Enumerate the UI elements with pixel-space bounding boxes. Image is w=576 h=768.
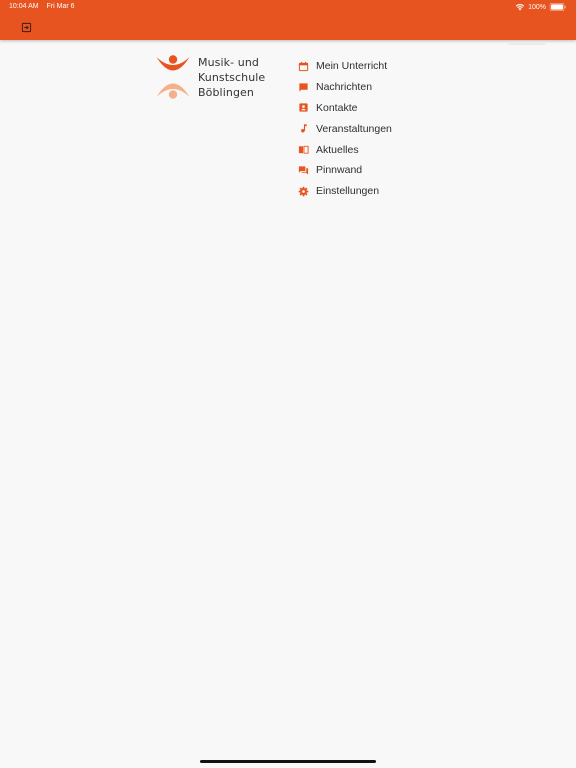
logout-button[interactable]	[19, 20, 33, 34]
menu-item-veranstaltungen[interactable]: Veranstaltungen	[296, 118, 456, 139]
chat-bubble-icon	[298, 83, 308, 92]
home-indicator[interactable]	[200, 760, 376, 763]
logo-line-3: Böblingen	[198, 86, 254, 99]
divider	[508, 43, 546, 45]
app-bar: 10:04 AM Fri Mar 6 100%	[0, 0, 576, 40]
battery-percent: 100%	[528, 3, 546, 11]
status-bar-right: 100%	[515, 2, 567, 12]
status-bar-left: 10:04 AM Fri Mar 6	[9, 3, 75, 10]
gear-icon	[298, 186, 308, 196]
logout-icon	[21, 22, 31, 32]
menu-item-mein-unterricht[interactable]: Mein Unterricht	[296, 56, 456, 77]
logo-line-2: Kunstschule	[198, 71, 266, 84]
status-date: Fri Mar 6	[46, 3, 75, 10]
logo-mark	[156, 55, 190, 99]
logo-text: Musik- und Kunstschule Böblingen	[198, 55, 265, 100]
status-time: 10:04 AM	[9, 3, 39, 10]
menu-label: Einstellungen	[316, 185, 380, 198]
logo-line-1: Musik- und	[198, 56, 260, 69]
wifi-icon	[515, 4, 525, 11]
menu-label: Veranstaltungen	[316, 122, 392, 135]
contact-card-icon	[298, 103, 308, 113]
school-logo: Musik- und Kunstschule Böblingen	[155, 54, 265, 100]
calendar-icon	[298, 61, 308, 72]
menu-label: Pinnwand	[316, 164, 363, 177]
main-menu: Mein Unterricht Nachrichten Kontakte Ver…	[296, 56, 456, 202]
menu-item-pinnwand[interactable]: Pinnwand	[296, 160, 456, 181]
forum-icon	[298, 166, 308, 175]
battery-icon	[549, 3, 566, 11]
menu-item-kontakte[interactable]: Kontakte	[296, 98, 456, 119]
menu-item-aktuelles[interactable]: Aktuelles	[296, 139, 456, 160]
menu-item-einstellungen[interactable]: Einstellungen	[296, 181, 456, 202]
menu-label: Kontakte	[316, 101, 358, 114]
menu-label: Nachrichten	[316, 81, 373, 94]
menu-label: Aktuelles	[316, 143, 359, 156]
open-book-icon	[298, 145, 309, 154]
menu-label: Mein Unterricht	[316, 60, 388, 73]
music-note-icon	[300, 124, 307, 133]
menu-item-nachrichten[interactable]: Nachrichten	[296, 77, 456, 98]
